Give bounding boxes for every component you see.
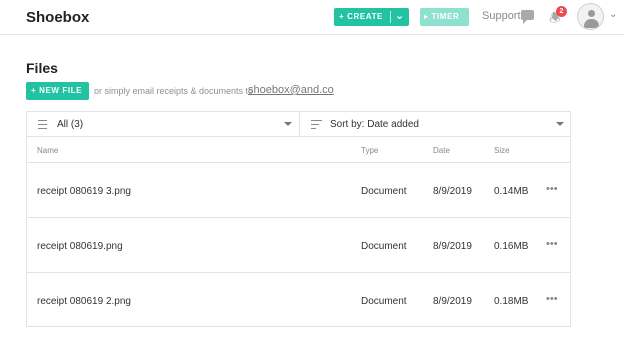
column-header-size[interactable]: Size bbox=[494, 146, 510, 155]
file-size: 0.16MB bbox=[494, 241, 529, 252]
table-row[interactable]: receipt 080619 2.png Document 8/9/2019 0… bbox=[27, 273, 570, 328]
column-header-date[interactable]: Date bbox=[433, 146, 450, 155]
files-table: All (3) Sort by: Date added Name Type Da… bbox=[26, 111, 571, 327]
more-options-icon[interactable]: ••• bbox=[546, 238, 558, 250]
file-date: 8/9/2019 bbox=[433, 241, 472, 252]
chevron-down-icon[interactable]: ⌄ bbox=[395, 9, 405, 22]
filter-value: All (3) bbox=[57, 119, 84, 130]
table-row[interactable]: receipt 080619.png Document 8/9/2019 0.1… bbox=[27, 218, 570, 273]
timer-button-label: ▸ TIMER bbox=[424, 12, 460, 21]
file-name[interactable]: receipt 080619 3.png bbox=[37, 186, 131, 197]
file-type: Document bbox=[361, 296, 407, 307]
caret-down-icon bbox=[556, 122, 564, 126]
file-size: 0.14MB bbox=[494, 186, 529, 197]
chevron-down-icon[interactable]: ⌄ bbox=[609, 9, 617, 20]
filter-dropdown[interactable]: All (3) bbox=[27, 112, 300, 137]
more-options-icon[interactable]: ••• bbox=[546, 183, 558, 195]
sort-icon bbox=[311, 120, 322, 129]
top-bar: Shoebox + CREATE ⌄ ▸ TIMER Support 🕭 2 ⌄ bbox=[0, 0, 624, 35]
create-button-label: + CREATE bbox=[339, 12, 383, 21]
user-avatar-icon[interactable] bbox=[577, 3, 604, 30]
sort-value: Sort by: Date added bbox=[330, 119, 419, 130]
column-header-name[interactable]: Name bbox=[37, 146, 58, 155]
create-button-divider bbox=[390, 11, 391, 23]
file-size: 0.18MB bbox=[494, 296, 529, 307]
create-button[interactable]: + CREATE ⌄ bbox=[334, 8, 409, 26]
file-name[interactable]: receipt 080619.png bbox=[37, 241, 123, 252]
email-hint-text: or simply email receipts & documents to bbox=[94, 86, 254, 96]
file-name[interactable]: receipt 080619 2.png bbox=[37, 296, 131, 307]
email-link[interactable]: shoebox@and.co bbox=[248, 84, 334, 96]
page-title: Files bbox=[26, 60, 58, 76]
file-type: Document bbox=[361, 241, 407, 252]
column-header-type[interactable]: Type bbox=[361, 146, 378, 155]
new-file-button[interactable]: + NEW FILE bbox=[26, 82, 89, 100]
timer-button[interactable]: ▸ TIMER bbox=[420, 8, 469, 26]
support-link[interactable]: Support bbox=[482, 10, 521, 22]
chat-icon[interactable] bbox=[521, 10, 534, 24]
file-date: 8/9/2019 bbox=[433, 186, 472, 197]
sort-dropdown[interactable]: Sort by: Date added bbox=[300, 112, 570, 137]
more-options-icon[interactable]: ••• bbox=[546, 293, 558, 305]
list-icon bbox=[38, 120, 47, 129]
file-date: 8/9/2019 bbox=[433, 296, 472, 307]
notification-badge: 2 bbox=[556, 6, 567, 17]
new-file-button-label: + NEW FILE bbox=[31, 86, 83, 95]
caret-down-icon bbox=[284, 122, 292, 126]
table-row[interactable]: receipt 080619 3.png Document 8/9/2019 0… bbox=[27, 163, 570, 218]
file-type: Document bbox=[361, 186, 407, 197]
brand-logo[interactable]: Shoebox bbox=[26, 9, 89, 26]
